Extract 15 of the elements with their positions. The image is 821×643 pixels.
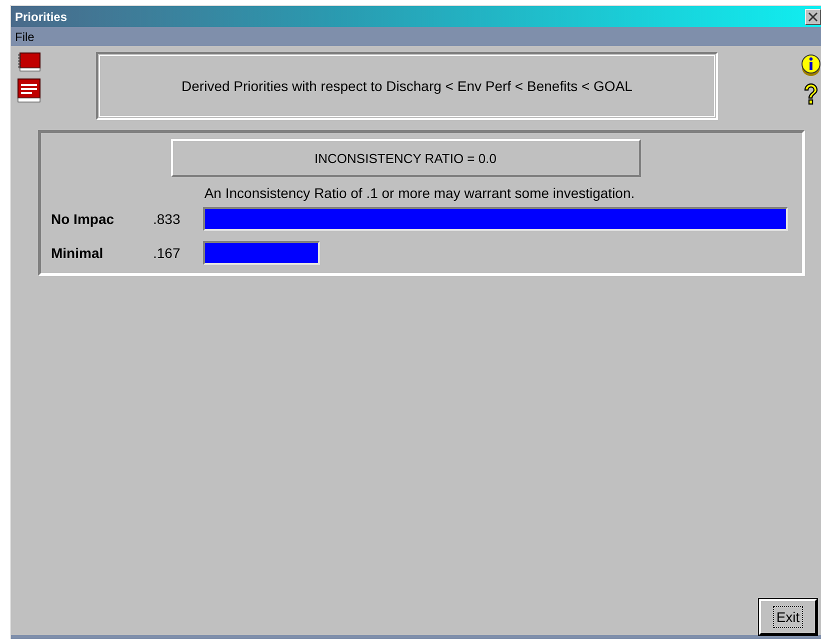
priority-value: .167 — [152, 245, 182, 261]
menu-item[interactable]: File — [15, 30, 34, 44]
priority-label: No Impac — [51, 211, 116, 227]
close-button[interactable] — [805, 8, 821, 24]
inconsistency-note: An Inconsistency Ratio of .1 or more may warrant some investigation. — [203, 185, 636, 201]
exit-button[interactable]: Exit — [759, 599, 817, 635]
info-icon[interactable] — [801, 54, 821, 78]
inconsistency-ratio: INCONSISTENCY RATIO = 0.0 — [170, 139, 640, 177]
heading-text: Derived Priorities with respect to Discharg < Env Perf < Benefits < GOAL — [96, 52, 718, 120]
priority-label: Minimal — [51, 245, 104, 261]
priority-value: .833 — [152, 211, 182, 227]
window-title: Priorities — [15, 10, 68, 24]
close-icon — [808, 12, 818, 22]
abc-book-icon — [17, 78, 41, 104]
notebook-icon — [17, 52, 41, 72]
